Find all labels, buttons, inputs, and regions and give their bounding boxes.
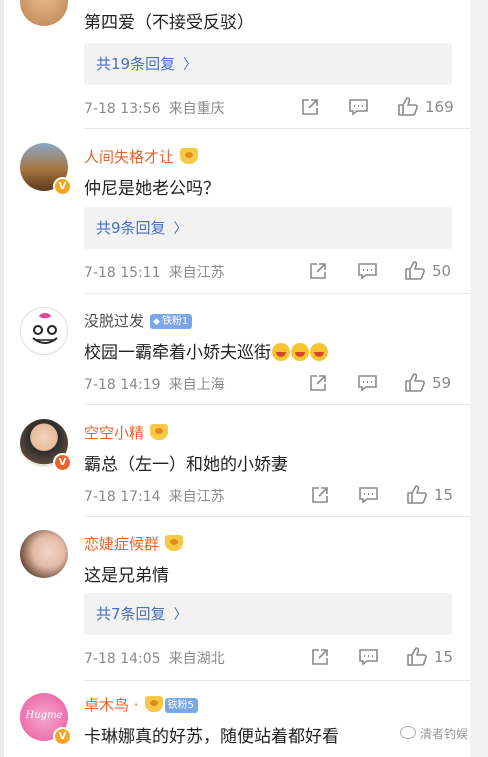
comment-meta: 7-18 14:05 来自湖北 [84, 648, 225, 668]
avatar[interactable] [20, 307, 68, 355]
comment-location: 来自江苏 [168, 489, 225, 505]
verified-badge-icon: V [53, 727, 72, 746]
divider [84, 404, 470, 405]
avatar-text: Hugme [25, 710, 63, 721]
username-label: 卓木鸟 · [84, 696, 139, 714]
share-icon[interactable] [310, 485, 330, 505]
fan-badge-label: 铁粉5 [167, 700, 194, 711]
vip-crown-icon [165, 535, 184, 551]
right-scroll-edge[interactable] [470, 0, 488, 757]
comment-meta: 7-18 17:14 来自江苏 [84, 486, 225, 506]
laughing-emoji-icon [272, 343, 290, 361]
comment-time: 7-18 14:19 [84, 377, 161, 393]
fan-badge-label: 铁粉1 [161, 316, 189, 327]
laughing-emoji-icon [310, 343, 328, 361]
chevron-right-icon: 〉 [183, 57, 198, 73]
like-icon[interactable] [404, 260, 426, 281]
username[interactable]: 空空小精 [84, 422, 169, 443]
watermark: 清者钓娱 [399, 725, 468, 742]
comment-icon[interactable] [358, 647, 379, 667]
comment-text: 校园一霸牵着小娇夫巡街 [84, 338, 328, 363]
like-count: 15 [434, 648, 454, 666]
comment-icon[interactable] [348, 97, 369, 117]
username-label: 空空小精 [84, 424, 145, 442]
comment-location: 来自重庆 [168, 101, 225, 117]
comment-time: 7-18 17:14 [84, 489, 161, 505]
username[interactable]: 没脱过发 ◆ 铁粉1 [84, 310, 193, 331]
vip-crown-icon [180, 148, 199, 164]
laughing-emoji-icon [291, 343, 309, 361]
chevron-right-icon: 〉 [173, 221, 188, 237]
fan-badge: 铁粉5 [164, 698, 198, 713]
comment-time: 7-18 13:56 [84, 101, 161, 117]
like-icon[interactable] [397, 96, 419, 117]
username[interactable]: 人间失格才让 [84, 146, 199, 167]
watermark-label: 清者钓娱 [419, 727, 468, 741]
comment-location: 来自江苏 [168, 265, 225, 281]
share-icon[interactable] [300, 97, 320, 117]
comment-time: 7-18 15:11 [84, 265, 161, 281]
like-count: 169 [425, 98, 454, 116]
vip-crown-icon [150, 424, 169, 440]
avatar[interactable] [20, 0, 68, 26]
like-count: 50 [432, 262, 452, 280]
comment-text: 第四爱（不接受反驳） [84, 13, 254, 33]
comment-text: 卡琳娜真的好苏，随便站着都好看 [84, 727, 339, 747]
comment-text: 霸总（左一）和她的小娇妻 [84, 455, 288, 475]
comment-meta: 7-18 14:19 来自上海 [84, 374, 225, 394]
share-icon[interactable] [310, 647, 330, 667]
replies-label: 共7条回复 [96, 605, 166, 623]
like-icon[interactable] [406, 484, 428, 505]
username-label: 人间失格才让 [84, 148, 175, 166]
divider [84, 680, 470, 681]
comment-text: 这是兄弟情 [84, 566, 169, 586]
diamond-icon: ◆ [153, 317, 160, 327]
like-count: 59 [432, 374, 452, 392]
username-label: 没脱过发 [84, 312, 145, 330]
replies-link[interactable]: 共9条回复〉 [84, 207, 452, 249]
replies-label: 共9条回复 [96, 219, 166, 237]
verified-badge-icon: V [53, 453, 72, 472]
replies-link[interactable]: 共19条回复〉 [84, 43, 452, 85]
wechat-icon [399, 726, 416, 739]
username[interactable]: 恋婕症候群 [84, 533, 184, 554]
replies-label: 共19条回复 [96, 55, 176, 73]
comment-text-content: 校园一霸牵着小娇夫巡街 [84, 343, 271, 363]
left-edge [0, 0, 4, 757]
comment-location: 来自湖北 [168, 651, 225, 667]
fan-badge: ◆ 铁粉1 [150, 314, 193, 329]
comment-icon[interactable] [357, 373, 378, 393]
comment-icon[interactable] [357, 261, 378, 281]
divider [84, 516, 470, 517]
comment-text: 仲尼是她老公吗？ [84, 179, 220, 199]
chevron-right-icon: 〉 [173, 607, 188, 623]
like-icon[interactable] [404, 372, 426, 393]
divider [84, 128, 470, 129]
like-count: 15 [434, 486, 454, 504]
comment-icon[interactable] [358, 485, 379, 505]
verified-badge-icon: V [53, 177, 72, 196]
share-icon[interactable] [308, 261, 328, 281]
avatar[interactable] [20, 530, 68, 578]
divider [84, 293, 470, 294]
share-icon[interactable] [308, 373, 328, 393]
comment-meta: 7-18 15:11 来自江苏 [84, 262, 225, 282]
username[interactable]: 卓木鸟 · 铁粉5 [84, 694, 198, 715]
comment-meta: 7-18 13:56 来自重庆 [84, 98, 225, 118]
username-label: 恋婕症候群 [84, 535, 160, 553]
comment-time: 7-18 14:05 [84, 651, 161, 667]
comment-location: 来自上海 [168, 377, 225, 393]
like-icon[interactable] [406, 646, 428, 667]
replies-link[interactable]: 共7条回复〉 [84, 593, 452, 635]
vip-crown-icon [144, 696, 163, 712]
